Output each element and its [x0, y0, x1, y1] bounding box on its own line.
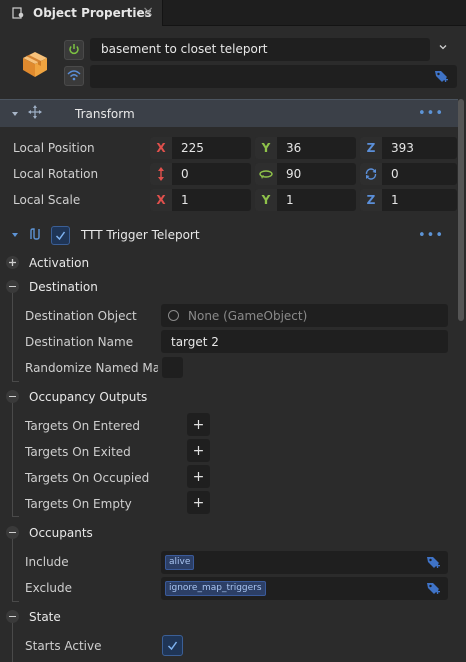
move-icon — [28, 105, 42, 122]
collapse-minus-icon[interactable] — [6, 610, 19, 623]
enable-toggle-button[interactable] — [64, 40, 84, 60]
rotation-roll-field[interactable]: 0 — [360, 163, 457, 185]
starts-active-checkbox[interactable] — [162, 635, 183, 656]
starts-active-label: Starts Active — [25, 639, 102, 653]
targets-entered-label: Targets On Entered — [25, 419, 141, 433]
tag-icon[interactable] — [433, 68, 449, 84]
collapse-minus-icon[interactable] — [6, 280, 19, 293]
local-position-label: Local Position — [13, 141, 95, 155]
destination-object-value: None (GameObject) — [188, 308, 308, 323]
rotation-pitch-field[interactable]: 0 — [150, 163, 251, 185]
collapse-minus-icon[interactable] — [6, 390, 19, 403]
rotation-yaw-field[interactable]: 90 — [255, 163, 356, 185]
y-axis-label: Y — [255, 189, 277, 211]
add-occupied-target-button[interactable]: + — [187, 465, 210, 488]
collapse-minus-icon[interactable] — [6, 526, 19, 539]
object-tags-field[interactable] — [90, 65, 457, 88]
z-axis-label: Z — [360, 189, 382, 211]
checkmark-icon — [55, 231, 66, 240]
add-entered-target-button[interactable]: + — [187, 413, 210, 436]
power-icon — [68, 43, 80, 58]
close-icon[interactable]: × — [142, 4, 154, 20]
include-tag-chip[interactable]: alive — [165, 555, 195, 570]
x-axis-label: X — [150, 189, 172, 211]
more-options-icon[interactable]: ••• — [418, 228, 444, 243]
scale-z-field[interactable]: Z 1 — [360, 189, 457, 211]
include-label: Include — [25, 555, 69, 569]
rotation-yaw-value: 90 — [286, 167, 302, 181]
z-axis-label: Z — [360, 137, 382, 159]
tab-title: Object Properties — [33, 6, 152, 20]
transform-title: Transform — [75, 106, 135, 121]
exclude-tag-chip[interactable]: ignore_map_triggers — [165, 581, 266, 596]
position-z-value: 393 — [391, 141, 414, 155]
collapse-caret-icon[interactable] — [11, 228, 19, 242]
targets-exited-label: Targets On Exited — [25, 445, 131, 459]
rotation-pitch-value: 0 — [181, 167, 189, 181]
destination-object-field[interactable]: None (GameObject) — [161, 304, 448, 327]
tag-icon[interactable] — [425, 580, 441, 596]
y-axis-label: Y — [255, 137, 277, 159]
component-title: TTT Trigger Teleport — [81, 228, 200, 242]
object-picker-icon[interactable] — [168, 310, 179, 321]
scale-x-value: 1 — [181, 193, 189, 207]
state-section-title: State — [29, 610, 61, 624]
destination-name-input[interactable]: target 2 — [161, 330, 448, 353]
tag-icon[interactable] — [425, 554, 441, 570]
targets-empty-label: Targets On Empty — [25, 497, 132, 511]
tab-object-properties[interactable]: Object Properties × — [0, 0, 163, 26]
randomize-label: Randomize Named Match — [25, 361, 158, 375]
checkmark-icon — [167, 641, 178, 651]
local-rotation-label: Local Rotation — [13, 167, 99, 181]
rotation-roll-value: 0 — [391, 167, 399, 181]
add-empty-target-button[interactable]: + — [187, 491, 210, 514]
tab-bar: Object Properties × — [0, 0, 466, 26]
position-y-field[interactable]: Y 36 — [255, 137, 356, 159]
position-y-value: 36 — [286, 141, 302, 155]
exclude-label: Exclude — [25, 581, 73, 595]
local-scale-label: Local Scale — [13, 193, 81, 207]
more-options-icon[interactable]: ••• — [418, 106, 444, 121]
position-z-field[interactable]: Z 393 — [360, 137, 457, 159]
transform-header[interactable]: Transform ••• — [0, 99, 458, 127]
scale-y-value: 1 — [286, 193, 294, 207]
network-visibility-button[interactable] — [64, 66, 84, 86]
occupants-section-title: Occupants — [29, 526, 93, 540]
x-axis-label: X — [150, 137, 172, 159]
collapse-caret-icon[interactable] — [11, 107, 19, 121]
trigger-teleport-header[interactable]: TTT Trigger Teleport ••• — [0, 221, 458, 249]
roll-icon — [360, 163, 382, 185]
scrollbar[interactable] — [458, 99, 464, 321]
scale-y-field[interactable]: Y 1 — [255, 189, 356, 211]
script-icon — [28, 227, 42, 244]
add-exited-target-button[interactable]: + — [187, 439, 210, 462]
targets-occupied-label: Targets On Occupied — [25, 471, 150, 485]
activation-section-title[interactable]: Activation — [29, 256, 89, 270]
yaw-icon — [255, 163, 277, 185]
properties-icon — [12, 7, 24, 19]
scale-z-value: 1 — [391, 193, 399, 207]
randomize-checkbox[interactable] — [162, 357, 183, 378]
occupancy-outputs-title: Occupancy Outputs — [29, 390, 148, 404]
network-icon — [67, 69, 81, 84]
object-box-icon — [20, 49, 50, 79]
position-x-value: 225 — [181, 141, 204, 155]
exclude-tags-field[interactable]: ignore_map_triggers — [161, 577, 448, 600]
destination-section-title: Destination — [29, 280, 98, 294]
position-x-field[interactable]: X 225 — [150, 137, 251, 159]
component-enabled-checkbox[interactable] — [51, 225, 70, 245]
destination-object-label: Destination Object — [25, 309, 137, 323]
chevron-down-icon[interactable] — [438, 42, 448, 55]
destination-name-label: Destination Name — [25, 335, 134, 349]
pitch-icon — [150, 163, 172, 185]
include-tags-field[interactable]: alive — [161, 551, 448, 574]
expand-plus-icon[interactable] — [6, 256, 19, 269]
object-name-input[interactable]: basement to closet teleport — [90, 38, 430, 61]
scale-x-field[interactable]: X 1 — [150, 189, 251, 211]
